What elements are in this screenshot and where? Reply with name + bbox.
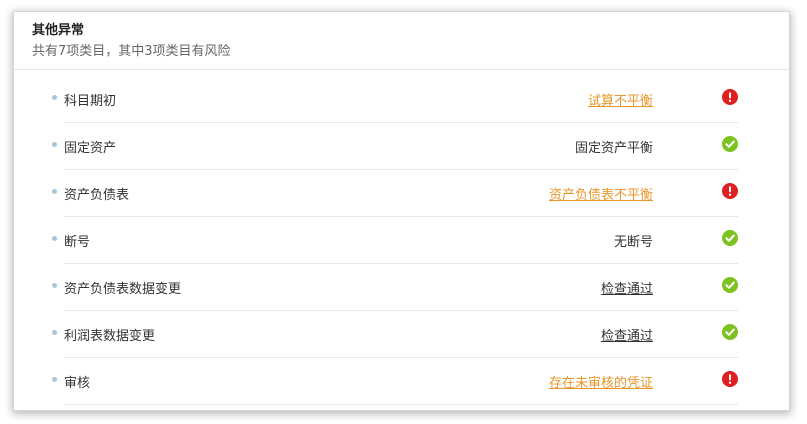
error-icon [722, 89, 738, 105]
check-icon [722, 136, 738, 152]
check-item-status-link[interactable]: 存在未审核的凭证 [549, 372, 653, 391]
bullet-icon [52, 236, 57, 241]
check-row: 科目期初 试算不平衡 [14, 76, 789, 123]
check-row: 断号 无断号 [14, 217, 789, 264]
panel-title: 其他异常 [32, 23, 85, 38]
check-item-label: 科目期初 [64, 94, 117, 109]
check-icon [722, 324, 738, 340]
check-item-label: 利润表数据变更 [64, 329, 156, 344]
check-item-label: 断号 [64, 235, 91, 250]
error-icon [722, 371, 738, 387]
panel-header: 其他异常 共有7项类目，其中3项类目有风险 [14, 12, 789, 70]
check-row: 利润表数据变更 检查通过 [14, 311, 789, 358]
bullet-icon [52, 330, 57, 335]
check-row: 资产负债表数据变更 检查通过 [14, 264, 789, 311]
check-item-label: 固定资产 [64, 141, 117, 156]
bullet-icon [52, 95, 57, 100]
bullet-icon [52, 142, 57, 147]
check-row: 资产负债表 资产负债表不平衡 [14, 170, 789, 217]
check-list: 科目期初 试算不平衡 固定资产 固定资产平衡 资产负债表 资产负债表不平衡 断号… [14, 76, 789, 405]
check-item-status-link[interactable]: 检查通过 [601, 278, 653, 297]
check-item-label: 审核 [64, 376, 91, 391]
check-item-status-link[interactable]: 试算不平衡 [588, 90, 653, 109]
check-item-status-link[interactable]: 资产负债表不平衡 [549, 184, 653, 203]
check-item-label: 资产负债表数据变更 [64, 282, 182, 297]
bullet-icon [52, 377, 57, 382]
check-item-label: 资产负债表 [64, 188, 130, 203]
check-icon [722, 230, 738, 246]
check-item-status-link[interactable]: 检查通过 [601, 325, 653, 344]
check-row: 审核 存在未审核的凭证 [14, 358, 789, 405]
check-row: 固定资产 固定资产平衡 [14, 123, 789, 170]
check-item-status: 固定资产平衡 [574, 141, 653, 156]
bullet-icon [52, 283, 57, 288]
check-icon [722, 277, 738, 293]
check-item-status: 无断号 [613, 235, 653, 250]
panel-subtitle: 共有7项类目，其中3项类目有风险 [32, 44, 231, 59]
bullet-icon [52, 189, 57, 194]
other-anomalies-panel: 其他异常 共有7项类目，其中3项类目有风险 科目期初 试算不平衡 固定资产 固定… [14, 12, 789, 410]
row-divider [64, 404, 738, 405]
error-icon [722, 183, 738, 199]
